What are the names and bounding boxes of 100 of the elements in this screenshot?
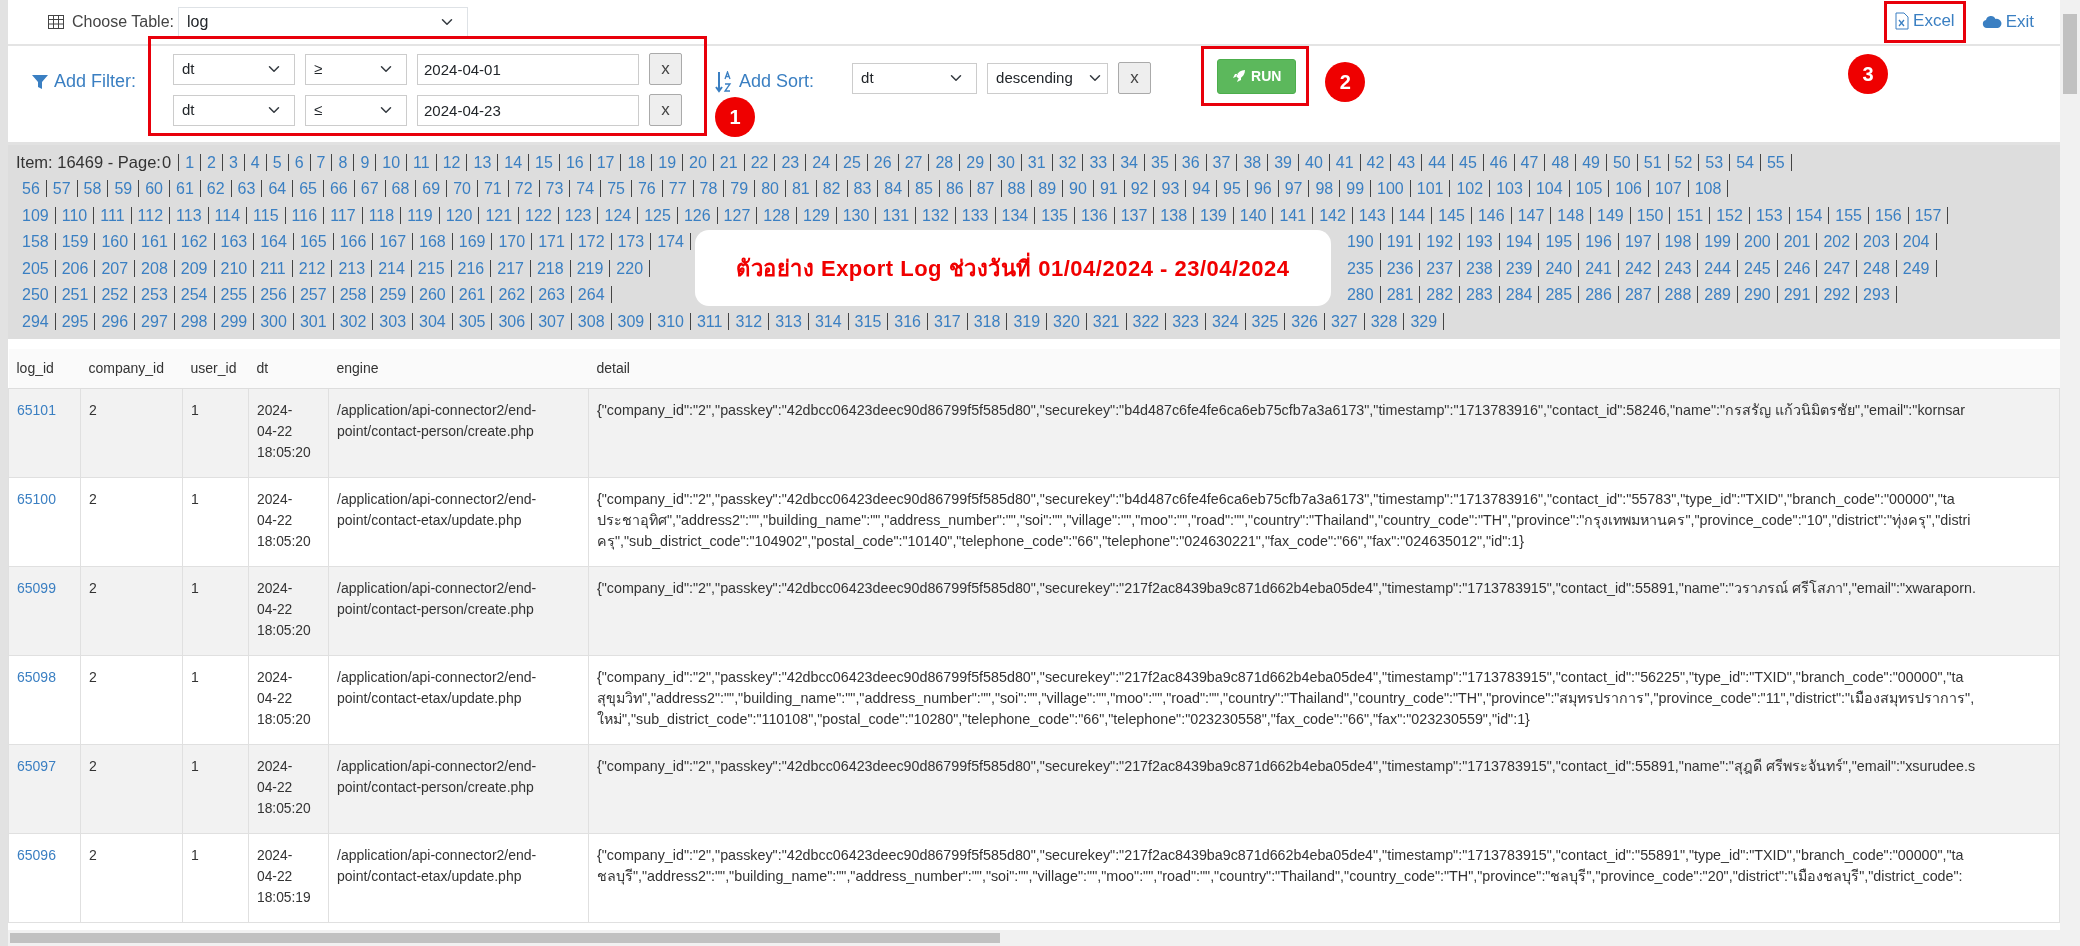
page-link[interactable]: 39 (1268, 153, 1299, 171)
page-link[interactable]: 259 (373, 286, 414, 304)
page-link[interactable]: 321 (1086, 312, 1127, 330)
page-link[interactable]: 242 (1618, 259, 1659, 277)
page-link[interactable]: 308 (571, 312, 612, 330)
page-link[interactable]: 125 (638, 206, 678, 224)
page-link[interactable]: 109 (16, 206, 56, 224)
page-link[interactable]: 213 (332, 259, 373, 277)
page-link[interactable]: 288 (1658, 286, 1699, 304)
page-link[interactable]: 280 (1340, 286, 1381, 304)
page-link[interactable]: 302 (333, 312, 374, 330)
page-link[interactable]: 166 (333, 233, 374, 251)
page-link[interactable]: 160 (95, 233, 136, 251)
page-link[interactable]: 328 (1364, 312, 1405, 330)
page-link[interactable]: 299 (214, 312, 255, 330)
table-select[interactable]: log (178, 7, 468, 37)
page-link[interactable]: 190 (1340, 233, 1381, 251)
page-link[interactable]: 24 (806, 153, 838, 171)
page-link[interactable]: 100 (1371, 180, 1411, 198)
page-link[interactable]: 218 (530, 259, 571, 277)
page-link[interactable]: 17 (590, 153, 622, 171)
page-link[interactable]: 165 (293, 233, 334, 251)
page-link[interactable]: 150 (1630, 206, 1671, 224)
page-link[interactable]: 200 (1738, 233, 1778, 251)
page-link[interactable]: 32 (1052, 153, 1084, 171)
page-link[interactable]: 85 (909, 180, 940, 198)
page-link[interactable]: 46 (1483, 153, 1515, 171)
page-link[interactable]: 120 (439, 206, 480, 224)
remove-button[interactable]: x (649, 53, 683, 85)
page-link[interactable]: 72 (508, 180, 540, 198)
page-link[interactable]: 300 (254, 312, 294, 330)
page-link[interactable]: 81 (785, 180, 817, 198)
page-link[interactable]: 305 (452, 312, 493, 330)
page-link[interactable]: 41 (1329, 153, 1361, 171)
page-link[interactable]: 316 (888, 312, 928, 330)
page-link[interactable]: 114 (208, 206, 248, 224)
page-link[interactable]: 250 (16, 286, 56, 304)
sort-direction-select[interactable]: descending (987, 62, 1109, 94)
page-link[interactable]: 207 (95, 259, 136, 277)
page-link[interactable]: 113 (170, 206, 209, 224)
page-link[interactable]: 13 (467, 153, 499, 171)
page-link[interactable]: 69 (416, 180, 448, 198)
page-link[interactable]: 133 (955, 206, 996, 224)
page-link[interactable]: 159 (55, 233, 96, 251)
page-link[interactable]: 131 (876, 206, 917, 224)
page-link[interactable]: 205 (16, 259, 56, 277)
page-link[interactable]: 260 (413, 286, 453, 304)
page-link[interactable]: 157 (1908, 206, 1949, 224)
page-link[interactable]: 240 (1539, 259, 1580, 277)
page-link[interactable]: 142 (1313, 206, 1353, 224)
page-link[interactable]: 89 (1032, 180, 1064, 198)
page-link[interactable]: 323 (1166, 312, 1206, 330)
log-id-link[interactable]: 65099 (17, 580, 56, 596)
add-sort-link[interactable]: Add Sort: (715, 68, 815, 95)
page-link[interactable]: 293 (1857, 286, 1897, 304)
page-link[interactable]: 65 (293, 180, 324, 198)
page-link[interactable]: 237 (1420, 259, 1461, 277)
page-link[interactable]: 10 (376, 153, 408, 171)
page-link[interactable]: 295 (55, 312, 96, 330)
page-link[interactable]: 235 (1340, 259, 1381, 277)
page-link[interactable]: 313 (769, 312, 809, 330)
page-link[interactable]: 297 (135, 312, 175, 330)
page-link[interactable]: 136 (1074, 206, 1115, 224)
page-link[interactable]: 314 (808, 312, 849, 330)
page-link[interactable]: 51 (1637, 153, 1669, 171)
page-link[interactable]: 263 (532, 286, 572, 304)
page-link[interactable]: 66 (323, 180, 355, 198)
page-link[interactable]: 23 (775, 153, 807, 171)
page-link[interactable]: 327 (1325, 312, 1365, 330)
page-link[interactable]: 312 (729, 312, 770, 330)
page-link[interactable]: 244 (1698, 259, 1738, 277)
page-link[interactable]: 44 (1422, 153, 1453, 171)
page-link[interactable]: 324 (1205, 312, 1246, 330)
page-link[interactable]: 9 (354, 153, 377, 171)
page-link[interactable]: 3 (222, 153, 245, 171)
page-link[interactable]: 59 (108, 180, 140, 198)
page-link[interactable]: 148 (1551, 206, 1592, 224)
page-link[interactable]: 168 (413, 233, 453, 251)
page-link[interactable]: 320 (1047, 312, 1087, 330)
page-link[interactable]: 209 (174, 259, 215, 277)
page-link[interactable]: 20 (683, 153, 714, 171)
page-link[interactable]: 309 (611, 312, 652, 330)
page-link[interactable]: 254 (174, 286, 215, 304)
page-link[interactable]: 70 (447, 180, 478, 198)
page-link[interactable]: 47 (1514, 153, 1546, 171)
log-id-link[interactable]: 65101 (17, 402, 56, 418)
page-link[interactable]: 11 (407, 153, 437, 171)
page-link[interactable]: 121 (479, 206, 520, 224)
page-link[interactable]: 329 (1404, 312, 1445, 330)
page-link[interactable]: 129 (797, 206, 837, 224)
page-link[interactable]: 117 (324, 206, 363, 224)
page-link[interactable]: 217 (491, 259, 531, 277)
page-link[interactable]: 192 (1420, 233, 1461, 251)
page-link[interactable]: 162 (174, 233, 215, 251)
page-link[interactable]: 212 (292, 259, 333, 277)
page-link[interactable]: 285 (1539, 286, 1580, 304)
page-link[interactable]: 40 (1299, 153, 1330, 171)
page-link[interactable]: 35 (1145, 153, 1176, 171)
page-link[interactable]: 261 (452, 286, 493, 304)
field-select[interactable]: dt (173, 53, 296, 85)
